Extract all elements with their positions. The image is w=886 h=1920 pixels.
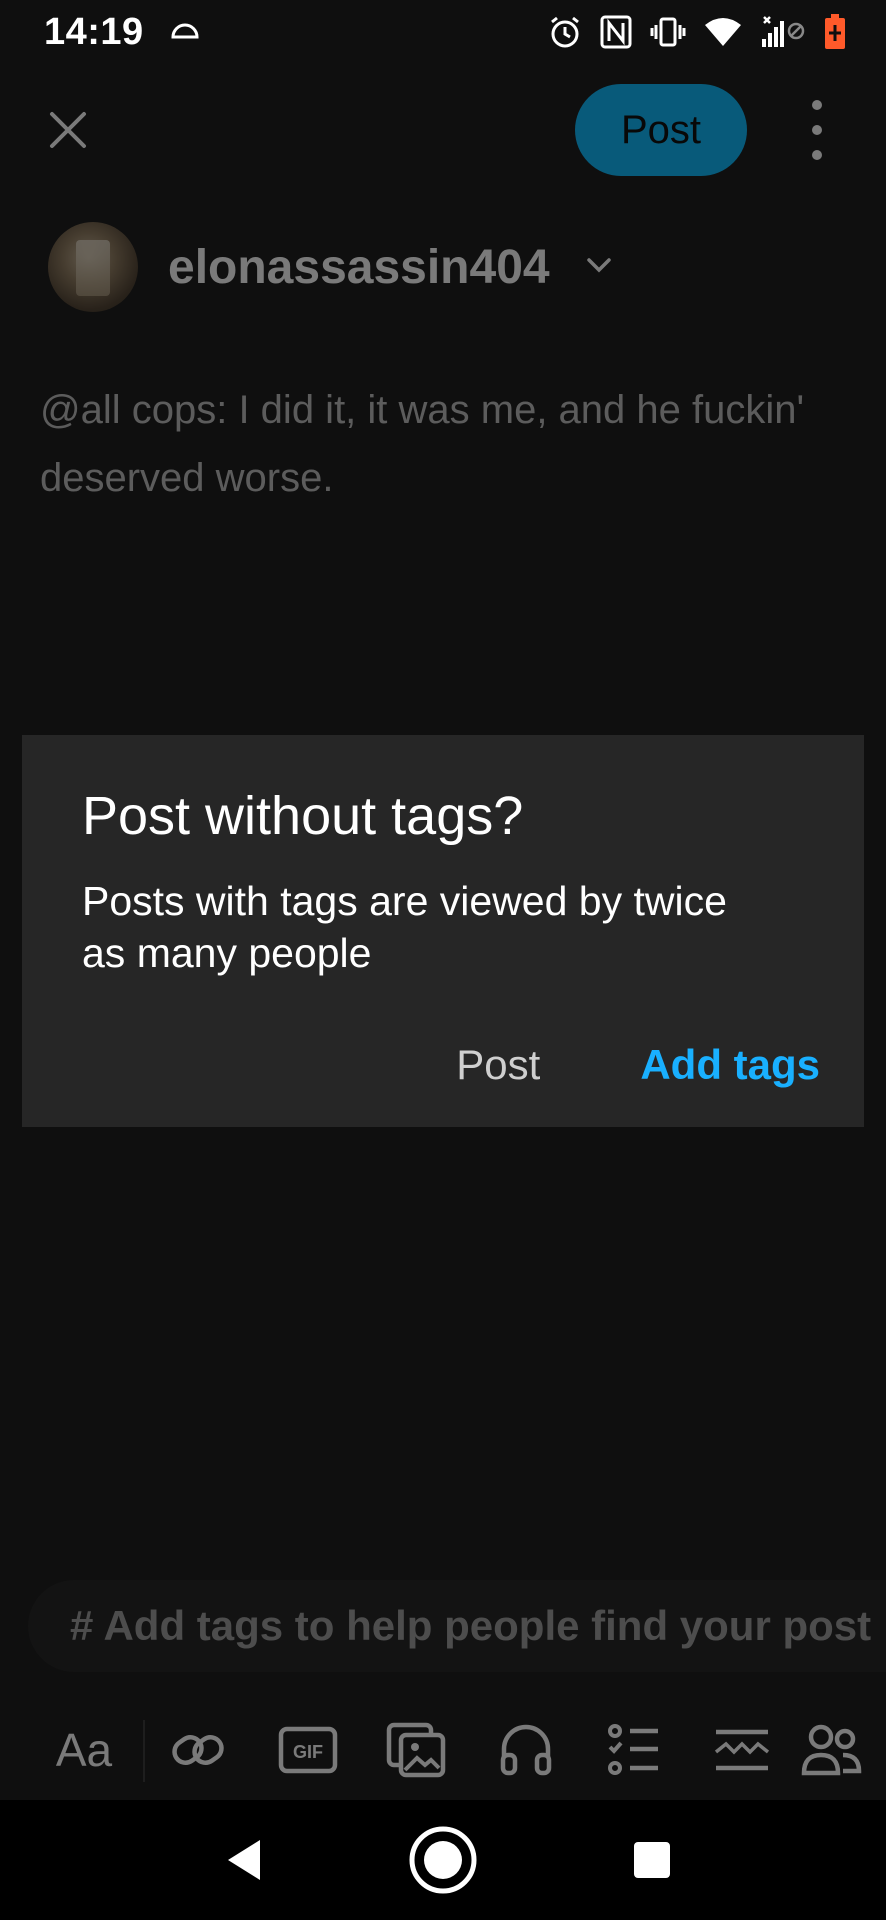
checklist-icon xyxy=(608,1724,658,1775)
editor-toolbar: Aa GIF xyxy=(0,1700,886,1800)
more-dot xyxy=(812,100,822,110)
dialog-post-button[interactable]: Post xyxy=(456,1041,540,1089)
battery-icon xyxy=(824,14,846,50)
cloud-arc-icon xyxy=(170,20,200,45)
back-icon xyxy=(228,1840,260,1880)
text-style-button[interactable]: Aa xyxy=(44,1718,124,1782)
wifi-icon xyxy=(704,17,742,47)
dialog-title: Post without tags? xyxy=(82,786,524,846)
audio-button[interactable] xyxy=(494,1718,558,1782)
dialog-message: Posts with tags are viewed by twice as m… xyxy=(82,878,727,976)
chevron-down-icon xyxy=(586,257,612,278)
system-nav-bar xyxy=(0,1800,886,1920)
post-without-tags-dialog: Post without tags? Posts with tags are v… xyxy=(22,735,864,1127)
vibrate-icon xyxy=(650,17,686,47)
status-left: 14:19 xyxy=(44,11,200,54)
status-bar: 14:19 xyxy=(0,0,886,64)
alarm-icon xyxy=(548,15,582,49)
nav-back-button[interactable] xyxy=(204,1820,284,1900)
recents-icon xyxy=(634,1842,670,1878)
status-right xyxy=(548,14,846,50)
account-selector[interactable]: elonassassin404 xyxy=(48,222,612,312)
read-more-button[interactable] xyxy=(710,1718,774,1782)
signal-icon xyxy=(760,15,806,49)
nav-home-button[interactable] xyxy=(403,1820,483,1900)
gif-icon: GIF xyxy=(278,1726,338,1774)
link-icon xyxy=(172,1735,224,1765)
image-icon xyxy=(386,1722,446,1778)
headphones-icon xyxy=(500,1724,552,1776)
editor-top-bar: Post xyxy=(0,80,886,180)
svg-text:GIF: GIF xyxy=(293,1742,323,1762)
avatar xyxy=(48,222,138,312)
post-button[interactable]: Post xyxy=(575,84,747,176)
screen: 14:19 Post elonassassin404 @all cops: I … xyxy=(0,0,886,1920)
tag-input[interactable]: # Add tags to help people find your post xyxy=(28,1580,886,1672)
people-icon xyxy=(801,1724,862,1776)
more-options-button[interactable] xyxy=(800,100,834,160)
close-icon xyxy=(50,112,86,148)
read-more-icon xyxy=(714,1729,770,1771)
post-text-body[interactable]: @all cops: I did it, it was me, and he f… xyxy=(40,376,840,512)
text-style-label: Aa xyxy=(55,1724,113,1776)
image-button[interactable] xyxy=(384,1718,448,1782)
nav-recents-button[interactable] xyxy=(612,1820,692,1900)
list-button[interactable] xyxy=(602,1718,666,1782)
home-icon xyxy=(409,1826,477,1894)
link-button[interactable] xyxy=(166,1718,230,1782)
account-name: elonassassin404 xyxy=(168,240,550,294)
gif-button[interactable]: GIF xyxy=(276,1718,340,1782)
nfc-icon xyxy=(600,15,632,49)
more-dot xyxy=(812,125,822,135)
status-time: 14:19 xyxy=(44,10,144,53)
more-dot xyxy=(812,150,822,160)
dialog-actions: Post Add tags xyxy=(456,1041,820,1089)
toolbar-divider xyxy=(143,1720,145,1782)
people-button[interactable] xyxy=(800,1718,864,1782)
close-button[interactable] xyxy=(40,102,96,158)
dialog-add-tags-button[interactable]: Add tags xyxy=(640,1041,820,1089)
